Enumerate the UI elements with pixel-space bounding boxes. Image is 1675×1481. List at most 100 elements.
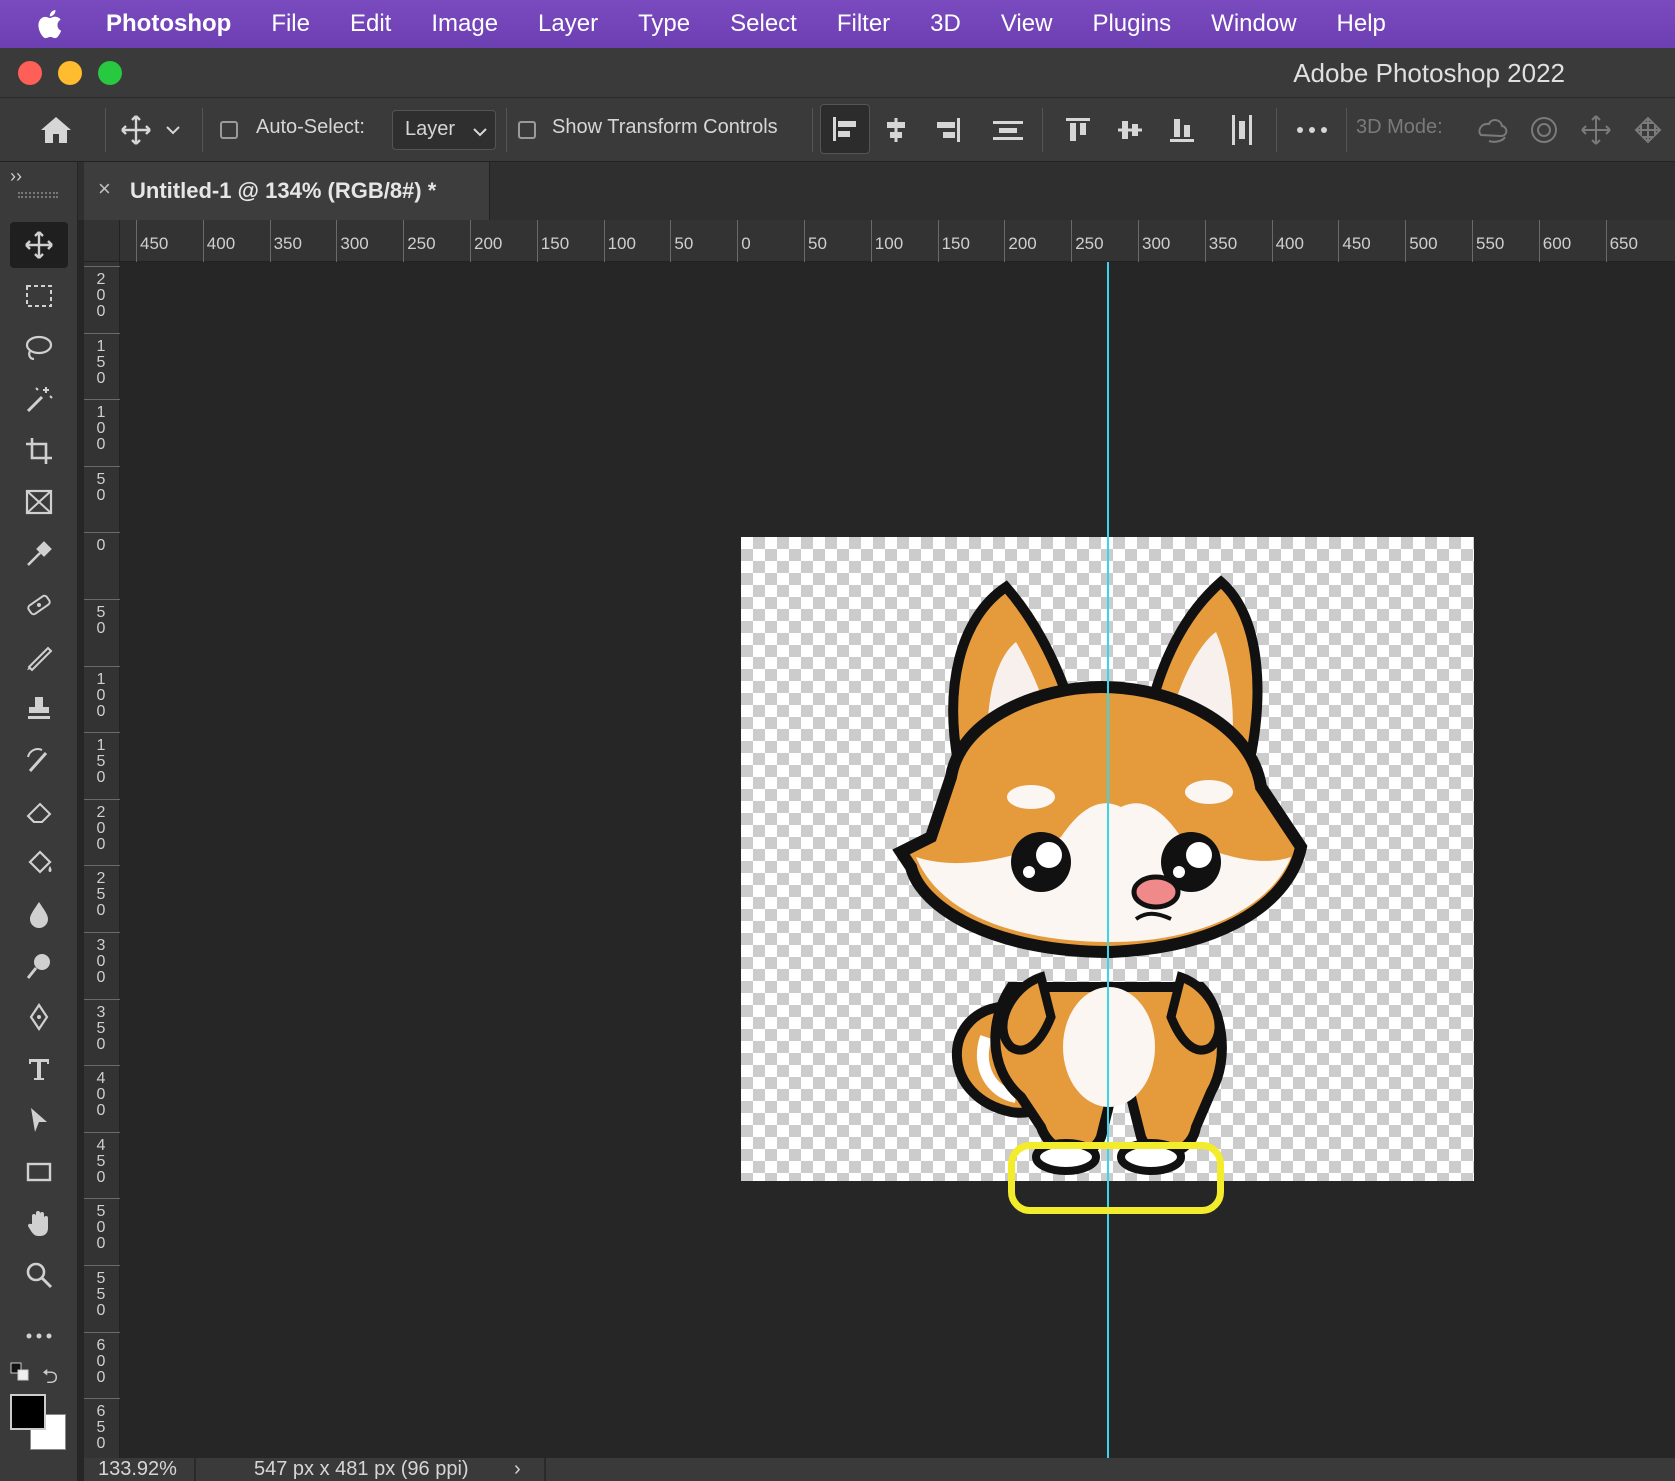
path-select-tool[interactable] [10,1097,68,1143]
document-tab-title: Untitled-1 @ 134% (RGB/8#) * [130,178,437,203]
ruler-h-tick [1472,220,1473,262]
menu-app-name[interactable]: Photoshop [106,10,231,38]
ruler-v-label: 100 [96,404,106,454]
menu-type[interactable]: Type [638,10,690,38]
marquee-tool[interactable] [10,273,68,319]
ruler-h-tick [603,220,605,262]
align-right-icon[interactable] [930,112,966,148]
ruler-v-tick [84,732,120,734]
rectangle-tool[interactable] [10,1149,68,1195]
menu-window[interactable]: Window [1211,10,1296,38]
menu-layer[interactable]: Layer [538,10,598,38]
grip-icon[interactable] [18,192,58,198]
align-bottom-icon[interactable] [1164,112,1200,148]
ruler-h-tick [1405,220,1407,262]
more-tools[interactable] [10,1313,68,1359]
vertical-ruler[interactable]: 200 150 100 50 0 50 100 150 200 250 300 350 400 450 50… [84,262,120,1458]
history-brush-tool[interactable] [10,737,68,783]
ruler-h-tick [1071,220,1073,262]
menu-filter[interactable]: Filter [837,10,890,38]
status-menu-arrow[interactable]: › [514,1458,521,1481]
dodge-tool[interactable] [10,943,68,989]
eraser-tool[interactable] [10,788,68,834]
ruler-h-label: 200 [474,234,503,253]
crop-tool[interactable] [10,428,68,474]
ruler-v-label: 400 [96,1070,106,1120]
menu-edit[interactable]: Edit [350,10,391,38]
move-tool[interactable] [10,222,68,268]
distribute-vertical-icon[interactable] [1224,112,1260,148]
3d-slide-icon[interactable] [1630,112,1666,148]
ruler-h-tick [1204,220,1206,262]
minimize-window-button[interactable] [58,61,82,85]
default-colors-icon[interactable] [10,1362,30,1382]
align-horizontal-center-icon[interactable] [878,112,914,148]
ruler-v-tick [84,865,120,867]
3d-orbit-icon[interactable] [1474,112,1510,148]
menu-image[interactable]: Image [431,10,498,38]
ruler-h-label: 300 [1142,234,1171,253]
document-info: 547 px x 481 px (96 ppi) [254,1458,469,1480]
zoom-tool[interactable] [10,1252,68,1298]
hand-tool[interactable] [10,1200,68,1246]
vertical-guide[interactable] [1107,262,1109,1458]
type-tool[interactable] [10,1046,68,1092]
horizontal-ruler[interactable]: 450 400 350 300 250 200 150 100 50 0 50 100 150 200 25… [84,220,1675,262]
menu-view[interactable]: View [1001,10,1053,38]
auto-select-dropdown[interactable]: Layer [392,110,496,150]
menu-help[interactable]: Help [1337,10,1386,38]
menu-plugins[interactable]: Plugins [1092,10,1171,38]
align-vertical-center-icon[interactable] [1112,112,1148,148]
stamp-tool[interactable] [10,685,68,731]
pen-tool[interactable] [10,994,68,1040]
magic-wand-tool[interactable] [10,376,68,422]
swap-colors-icon[interactable]: ⮌ [42,1362,58,1396]
eraser-tool-icon [26,802,52,823]
move-tool-icon [25,231,53,259]
frame-tool[interactable] [10,479,68,525]
blur-tool[interactable] [10,891,68,937]
ruler-h-tick [269,220,271,262]
ruler-v-tick [84,1131,120,1133]
pen-tool-icon [29,1003,49,1031]
menu-select[interactable]: Select [730,10,797,38]
zoom-level[interactable]: 133.92% [98,1458,177,1481]
ruler-h-label: 650 [1609,234,1638,253]
ruler-origin[interactable] [84,220,120,262]
paint-bucket-tool[interactable] [10,840,68,886]
show-transform-checkbox[interactable] [518,121,536,139]
lasso-tool[interactable] [10,325,68,371]
move-tool-icon[interactable] [118,112,154,148]
auto-select-checkbox[interactable] [220,121,238,139]
expand-panels-icon[interactable]: ›› [10,166,22,187]
brush-tool[interactable] [10,634,68,680]
3d-pan-icon[interactable] [1578,112,1614,148]
menu-3d[interactable]: 3D [930,10,961,38]
ruler-h-tick [670,220,672,262]
options-bar: Auto-Select: Layer Show Transform Contro… [0,98,1675,162]
ruler-v-label: 500 [96,1203,106,1253]
ruler-v-tick [84,399,120,401]
chevron-down-icon[interactable] [162,112,184,148]
ruler-v-tick [84,332,120,334]
close-tab-icon[interactable]: × [98,176,111,202]
ruler-h-label: 100 [607,234,636,253]
brush-tool-icon [27,646,53,672]
foreground-color-swatch[interactable] [10,1394,46,1430]
ruler-h-label: 350 [273,234,302,253]
ruler-v-label: 550 [96,1270,106,1319]
3d-roll-icon[interactable] [1526,112,1562,148]
distribute-horizontal-icon[interactable] [990,112,1026,148]
more-options-icon[interactable] [1294,112,1330,148]
menu-file[interactable]: File [271,10,310,38]
align-left-icon[interactable] [820,104,870,154]
close-window-button[interactable] [18,61,42,85]
ruler-v-tick [84,1065,120,1067]
document-tab[interactable]: × Untitled-1 @ 134% (RGB/8#) * [84,162,490,220]
healing-tool[interactable] [10,582,68,628]
eyedropper-tool[interactable] [10,531,68,577]
zoom-window-button[interactable] [98,61,122,85]
apple-icon[interactable] [36,9,92,39]
home-icon[interactable] [36,110,76,150]
align-top-icon[interactable] [1060,112,1096,148]
